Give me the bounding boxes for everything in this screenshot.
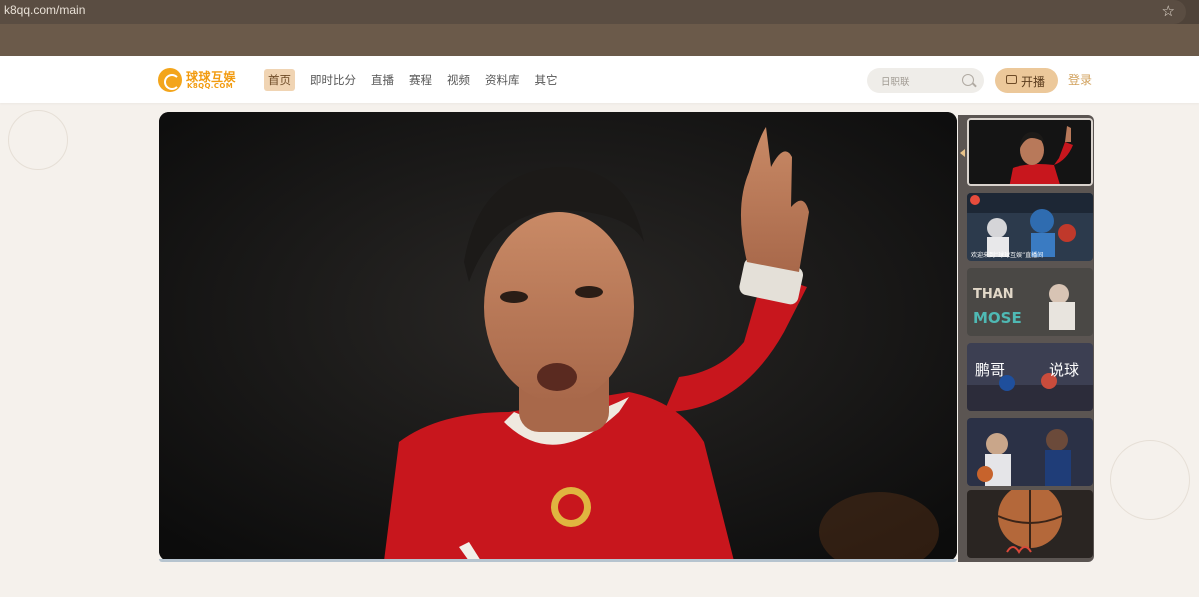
search-icon[interactable] <box>962 74 974 86</box>
thumbnail-image: THAN MOSE <box>967 268 1093 336</box>
thumbnail-rail: 欢迎来到“球球互娱”直播间 THAN MOSE 鹏哥 说球 <box>958 115 1094 562</box>
nav-item-other[interactable]: 其它 <box>535 69 558 91</box>
camera-icon <box>1006 75 1017 84</box>
url-text[interactable]: k8qq.com/main <box>4 3 85 17</box>
thumbnail-image <box>967 418 1093 486</box>
login-link[interactable]: 登录 <box>1068 71 1092 88</box>
start-broadcast-label: 开播 <box>1021 75 1046 89</box>
logo-subtext: K8QQ.COM <box>187 82 234 90</box>
main-nav: 首页 即时比分 直播 赛程 视频 资料库 其它 <box>264 69 573 91</box>
thumbnail-image: 鹏哥 说球 <box>967 343 1093 411</box>
thumbnail-item[interactable]: 鹏哥 说球 <box>967 343 1093 411</box>
hero-underline <box>159 559 957 562</box>
star-icon[interactable]: ☆ <box>1162 2 1175 20</box>
search-input[interactable]: 日职联 <box>867 68 984 93</box>
site-header: 球球互娱 K8QQ.COM 首页 即时比分 直播 赛程 视频 资料库 其它 日职… <box>0 56 1199 103</box>
active-thumb-pointer <box>960 149 965 157</box>
background-sketch <box>1110 440 1190 520</box>
nav-item-schedule[interactable]: 赛程 <box>409 69 432 91</box>
hero-banner[interactable] <box>159 112 957 561</box>
svg-text:鹏哥: 鹏哥 <box>975 361 1005 379</box>
nav-item-database[interactable]: 资料库 <box>485 69 520 91</box>
svg-text:说球: 说球 <box>1049 361 1079 379</box>
thumbnail-image: 欢迎来到“球球互娱”直播间 <box>967 193 1093 261</box>
nav-item-video[interactable]: 视频 <box>447 69 470 91</box>
thumbnail-item[interactable] <box>967 118 1093 186</box>
start-broadcast-button[interactable]: 开播 <box>995 68 1058 93</box>
url-field[interactable] <box>0 0 1186 24</box>
svg-text:MOSE: MOSE <box>973 309 1022 327</box>
thumbnail-image <box>967 490 1093 558</box>
browser-toolbar-strip <box>0 24 1199 56</box>
thumbnail-item[interactable] <box>967 418 1093 486</box>
hero-image <box>159 112 957 561</box>
thumbnail-item[interactable]: 欢迎来到“球球互娱”直播间 <box>967 193 1093 261</box>
nav-item-home[interactable]: 首页 <box>264 69 295 91</box>
background-sketch <box>8 110 68 170</box>
svg-text:THAN: THAN <box>973 287 1014 302</box>
logo-ball-icon <box>158 68 182 92</box>
search-placeholder: 日职联 <box>881 77 910 88</box>
thumbnail-item[interactable]: THAN MOSE <box>967 268 1093 336</box>
thumbnail-image <box>969 120 1091 184</box>
site-logo[interactable]: 球球互娱 K8QQ.COM <box>158 67 238 93</box>
browser-address-bar: k8qq.com/main ☆ <box>0 0 1199 24</box>
thumbnail-item[interactable] <box>967 490 1093 558</box>
nav-item-live[interactable]: 直播 <box>371 69 394 91</box>
thumbnail-caption: 欢迎来到“球球互娱”直播间 <box>971 251 1043 259</box>
nav-item-live-score[interactable]: 即时比分 <box>310 69 356 91</box>
